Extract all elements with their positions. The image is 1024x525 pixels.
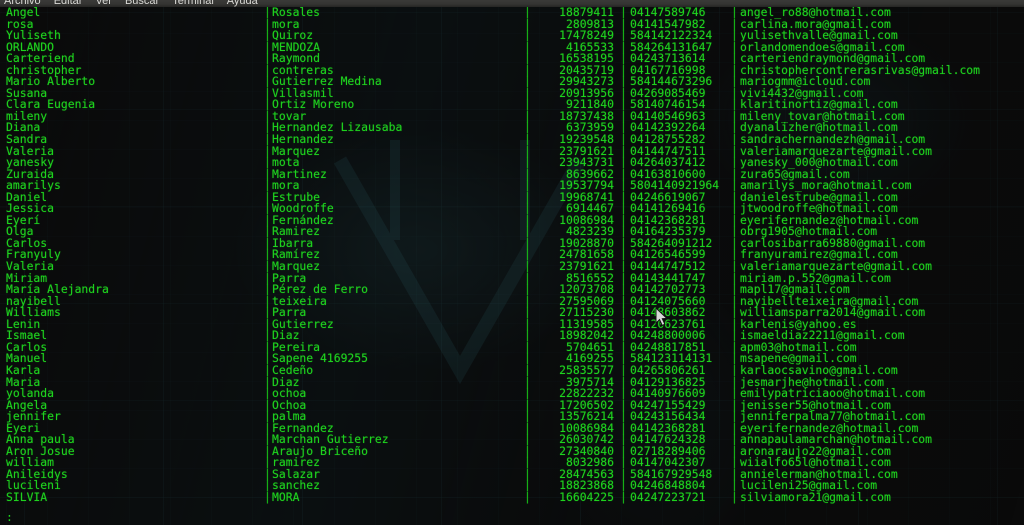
menu-item-editar[interactable]: Editar [54, 0, 83, 7]
table-row: Ismael | Diaz | 18982042 | 04248800006 | ismaeld… [0, 330, 1024, 342]
column-separator: | [620, 489, 627, 504]
menu-item-buscar[interactable]: Buscar [125, 0, 159, 7]
menu-item-ayuda[interactable]: Ayuda [227, 0, 258, 7]
menu-item-archivo[interactable]: Archivo [4, 0, 41, 7]
menu-bar[interactable]: Archivo Editar Ver Buscar Terminal Ayuda [0, 0, 1024, 7]
column-separator: | [264, 489, 271, 504]
table-row: Miriam | Parra | 8516552 | 04143441747 | miriam.… [0, 272, 1024, 285]
menu-item-terminal[interactable]: Terminal [172, 0, 214, 7]
cell-cedula: 16604225 [559, 489, 614, 504]
table-row: Williams | Parra | 27115230 | 04148603862 | will… [0, 307, 1024, 319]
terminal-window[interactable]: Archivo Editar Ver Buscar Terminal Ayuda… [0, 0, 1024, 525]
terminal-output[interactable]: Angel | Rosales | 18879411 | 04147589746 | angel… [0, 7, 1024, 525]
table-row: christopher | contreras | 20435719 | 041677169… [0, 64, 1024, 77]
pager-prompt: : [6, 510, 13, 524]
cell-correo: silviamora21@gmail.com [740, 489, 891, 504]
column-separator: | [524, 489, 531, 504]
table-row: Mario Alberto | Gutierrez Medina | 29943273 |… [0, 76, 1024, 88]
table-row: Carlos | Pereira | 5704651 | 04248817851 | apm03… [0, 341, 1024, 354]
cell-apellido: MORA [272, 489, 300, 504]
table-row: SILVIA | MORA | 16604225 | 04247223721 | silviam… [0, 489, 1024, 504]
column-separator: | [731, 489, 738, 504]
table-row: yanesky | mota | 23943731 | 04264037412 | yanesk… [0, 157, 1024, 169]
menu-item-ver[interactable]: Ver [95, 0, 112, 7]
cell-nombre: SILVIA [6, 489, 48, 504]
cell-telefono: 04247223721 [630, 489, 706, 504]
